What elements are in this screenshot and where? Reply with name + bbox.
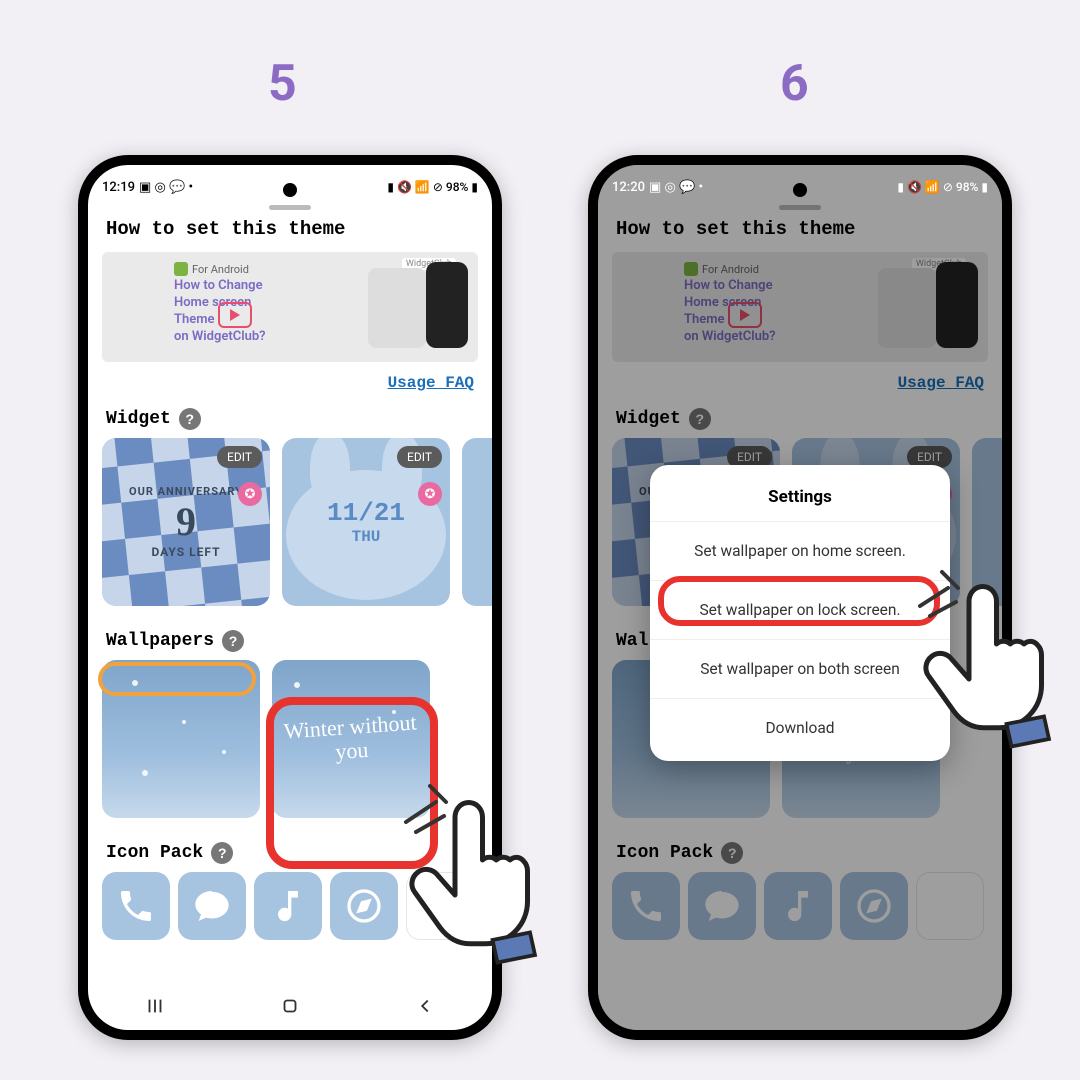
banner-preview: WidgetClub — [368, 262, 468, 352]
widget-peek[interactable] — [462, 438, 492, 606]
step-number-5: 5 — [268, 55, 297, 113]
premium-icon: ✪ — [418, 482, 442, 506]
section-widget-header: Widget ? — [88, 402, 492, 438]
status-right: ▮ 🔇 📶 ⊘ 98% ▮ — [897, 180, 988, 194]
battery-icon: ▮ — [471, 180, 478, 194]
help-icon[interactable]: ? — [179, 408, 201, 430]
chat-icon[interactable] — [178, 872, 246, 940]
annotation-highlight-lockscreen — [658, 576, 940, 626]
help-icon[interactable]: ? — [222, 630, 244, 652]
widget-date[interactable]: 11/21 THU EDIT ✪ — [282, 438, 450, 606]
status-icons: ▮ 🔇 📶 ⊘ — [387, 180, 443, 194]
help-icon[interactable]: ? — [211, 842, 233, 864]
premium-icon: ✪ — [238, 482, 262, 506]
play-icon — [218, 302, 252, 328]
android-icon — [174, 262, 188, 276]
annotation-highlight-wallpapers — [98, 662, 256, 696]
music-icon[interactable] — [254, 872, 322, 940]
compass-icon[interactable] — [330, 872, 398, 940]
dialog-option-both[interactable]: Set wallpaper on both screen — [650, 640, 950, 699]
phone-camera — [283, 183, 297, 197]
status-left: 12:20 ▣ ◎ 💬 • — [612, 180, 703, 195]
howto-banner[interactable]: For Android How to Change Home screen Th… — [102, 252, 478, 362]
dialog-title: Settings — [650, 469, 950, 522]
dialog-option-download[interactable]: Download — [650, 699, 950, 757]
nav-recents-icon[interactable] — [144, 995, 166, 1017]
nav-back-icon[interactable] — [414, 995, 436, 1017]
edit-button[interactable]: EDIT — [217, 446, 262, 468]
battery-icon: ▮ — [981, 180, 988, 194]
tap-hand-icon — [400, 790, 550, 965]
phone-icon[interactable] — [102, 872, 170, 940]
status-left: 12:19 ▣ ◎ 💬 • — [102, 180, 193, 195]
section-wallpapers-header: Wallpapers ? — [88, 624, 492, 660]
usage-faq-link[interactable]: Usage FAQ — [88, 368, 492, 402]
widget-row[interactable]: OUR ANNIVERSARY 9 DAYS LEFT EDIT ✪ 11/21… — [88, 438, 492, 606]
status-time: 12:20 — [612, 180, 645, 195]
status-notif-icons: ▣ ◎ 💬 • — [649, 180, 703, 195]
status-time: 12:19 — [102, 180, 135, 195]
status-notif-icons: ▣ ◎ 💬 • — [139, 180, 193, 195]
android-nav-bar — [88, 982, 492, 1030]
status-icons: ▮ 🔇 📶 ⊘ — [897, 180, 953, 194]
status-battery: 98% — [956, 180, 978, 194]
nav-home-icon[interactable] — [279, 995, 301, 1017]
phone-camera — [793, 183, 807, 197]
tap-hand-icon — [914, 574, 1064, 749]
widget-anniversary[interactable]: OUR ANNIVERSARY 9 DAYS LEFT EDIT ✪ — [102, 438, 270, 606]
dialog-option-home[interactable]: Set wallpaper on home screen. — [650, 522, 950, 581]
sheet-title: How to set this theme — [88, 210, 492, 246]
status-battery: 98% — [446, 180, 468, 194]
status-right: ▮ 🔇 📶 ⊘ 98% ▮ — [387, 180, 478, 194]
edit-button[interactable]: EDIT — [397, 446, 442, 468]
step-number-6: 6 — [780, 55, 809, 113]
